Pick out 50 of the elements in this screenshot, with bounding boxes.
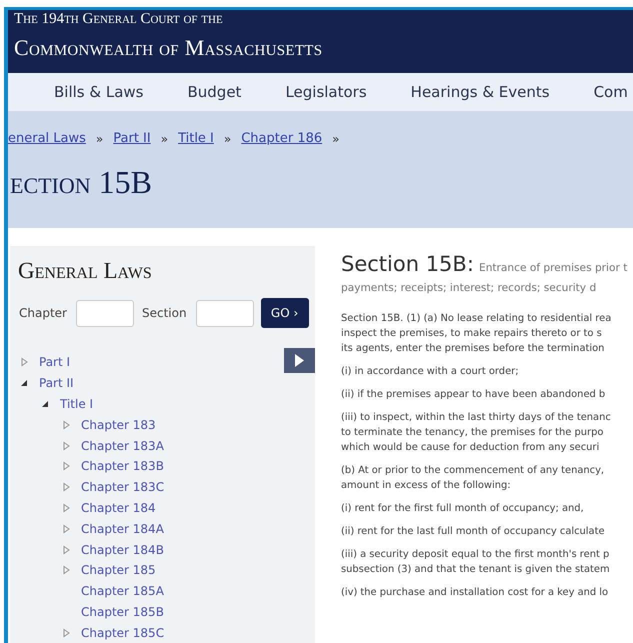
section-title: Section 15B:	[341, 252, 474, 276]
law-paragraph: Section 15B. (1) (a) No lease relating to residential rea inspect the premises, to make repairs thereto or to s its agents, enter the premises before the termination	[341, 312, 612, 356]
site-title: Commonwealth of Massachusetts	[14, 35, 324, 61]
page-heading: ection 15B	[10, 163, 153, 202]
go-button[interactable]: GO ›	[260, 298, 309, 328]
play-arrow-icon	[295, 354, 304, 367]
tree-link[interactable]: Chapter 183B	[81, 459, 164, 474]
section-subtitle: Entrance of premises prior t	[479, 262, 628, 274]
breadcrumb-link[interactable]: Title I	[178, 131, 214, 146]
law-paragraph: (i) rent for the first full month of occupancy; and,	[341, 502, 585, 516]
tree-link[interactable]: Chapter 185C	[81, 626, 164, 640]
law-paragraph: (i) in accordance with a court order;	[341, 365, 520, 379]
chapter-field[interactable]	[76, 300, 134, 326]
tree-link[interactable]: Chapter 184	[81, 500, 156, 515]
tree-link[interactable]: Part II	[39, 376, 74, 390]
nav-link[interactable]: Legislators	[285, 83, 367, 101]
tree-link[interactable]: Chapter 185A	[81, 584, 164, 598]
tree-link[interactable]: Chapter 185	[81, 563, 156, 578]
tree-link[interactable]: Chapter 185B	[81, 604, 164, 619]
breadcrumb-separator: »	[332, 132, 340, 146]
law-paragraph: (b) At or prior to the commencement of any tenancy, amount in excess of the following:	[341, 464, 606, 493]
breadcrumb-separator: »	[96, 132, 104, 146]
tree-link[interactable]: Chapter 183	[81, 418, 156, 432]
breadcrumb-separator: »	[224, 132, 232, 146]
breadcrumb-separator: »	[160, 132, 168, 146]
sidebar-heading: General Laws	[18, 258, 153, 284]
law-paragraph: (iii) a security deposit equal to the first month's rent p subsection (3) and that the tenant is given the statem	[341, 548, 611, 577]
nav-link[interactable]: Hearings & Events	[410, 83, 550, 101]
breadcrumb-link[interactable]: Part II	[113, 131, 151, 146]
breadcrumb-link[interactable]: Chapter 186	[241, 131, 322, 146]
section-subtitle: payments; receipts; interest; records; security d	[341, 281, 598, 296]
breadcrumb-link[interactable]: eneral Laws	[8, 131, 86, 146]
tree-link[interactable]: Chapter 183C	[81, 480, 164, 494]
law-paragraph: (iv) the purchase and installation cost for a key and lo	[341, 586, 610, 600]
section-field[interactable]	[196, 300, 254, 326]
chapter-label: Chapter	[19, 306, 67, 320]
site-subtitle: The 194th General Court of the	[14, 10, 224, 27]
law-paragraph: (ii) if the premises appear to have been abandoned b	[341, 388, 606, 402]
nav-link[interactable]: Com	[594, 83, 628, 101]
law-paragraph: (iii) to inspect, within the last thirty days of the tenanc to terminate the tenancy, the premises for the purpo which would be cause for deduction from any securi	[341, 411, 612, 455]
section-label: Section	[142, 306, 187, 320]
tree-link[interactable]: Part I	[39, 355, 70, 370]
nav-link[interactable]: Budget	[187, 83, 242, 101]
tree-link[interactable]: Title I	[60, 396, 94, 411]
tree-link[interactable]: Chapter 184A	[81, 522, 164, 536]
nav-link[interactable]: Bills & Laws	[54, 83, 144, 101]
law-paragraph: (ii) rent for the last full month of occupancy calculate	[341, 525, 606, 539]
panel-toggle-button[interactable]	[284, 348, 315, 373]
tree-link[interactable]: Chapter 183A	[81, 438, 164, 453]
tree-link[interactable]: Chapter 184B	[81, 542, 164, 557]
